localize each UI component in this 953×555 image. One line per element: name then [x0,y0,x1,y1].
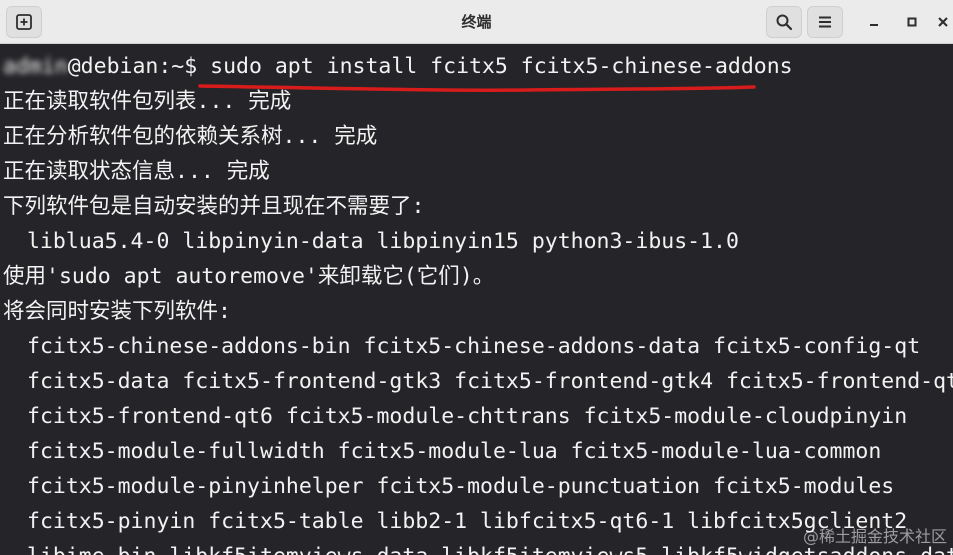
terminal-window: 终端 admin@debian:~$ sudo apt install fcit… [0,0,953,555]
search-button[interactable] [766,6,802,38]
new-tab-icon [16,14,32,30]
watermark: @稀土掘金技术社区 [802,527,947,546]
output-line: 正在读取状态信息... 完成 [3,159,270,184]
output-line: fcitx5-module-fullwidth fcitx5-module-lu… [27,439,882,464]
maximize-icon [907,17,917,27]
prompt-host: @debian:~$ [67,54,211,79]
output-line: fcitx5-chinese-addons-bin fcitx5-chinese… [27,334,921,359]
output-line: fcitx5-frontend-qt6 fcitx5-module-chttra… [27,404,908,429]
output-line: liblua5.4-0 libpinyin-data libpinyin15 p… [27,229,739,254]
terminal-output[interactable]: admin@debian:~$ sudo apt install fcitx5 … [0,46,953,555]
output-line: fcitx5-data fcitx5-frontend-gtk3 fcitx5-… [27,369,953,394]
hamburger-menu-icon [819,16,831,28]
minimize-icon [870,24,878,26]
maximize-button[interactable] [900,10,924,34]
output-line: fcitx5-pinyin fcitx5-table libb2-1 libfc… [27,509,908,534]
menu-button[interactable] [807,6,843,38]
prompt-user: admin [3,54,68,79]
output-line: 将会同时安装下列软件: [3,299,231,324]
search-icon [776,14,793,31]
red-annotation-underline [198,84,756,92]
close-icon [938,17,948,27]
new-tab-button[interactable] [6,6,42,38]
output-line: 正在分析软件包的依赖关系树... 完成 [3,124,378,149]
close-button[interactable] [931,10,953,34]
minimize-button[interactable] [862,10,886,34]
prompt-line: admin@debian:~$ sudo apt install fcitx5 … [3,50,793,84]
output-line: 使用'sudo apt autoremove'来卸载它(它们)。 [3,264,495,289]
header-bar: 终端 [0,0,953,44]
output-line: fcitx5-module-pinyinhelper fcitx5-module… [27,474,895,499]
command-text: sudo apt install fcitx5 fcitx5-chinese-a… [210,54,793,79]
output-line: 下列软件包是自动安装的并且现在不需要了: [3,194,425,219]
